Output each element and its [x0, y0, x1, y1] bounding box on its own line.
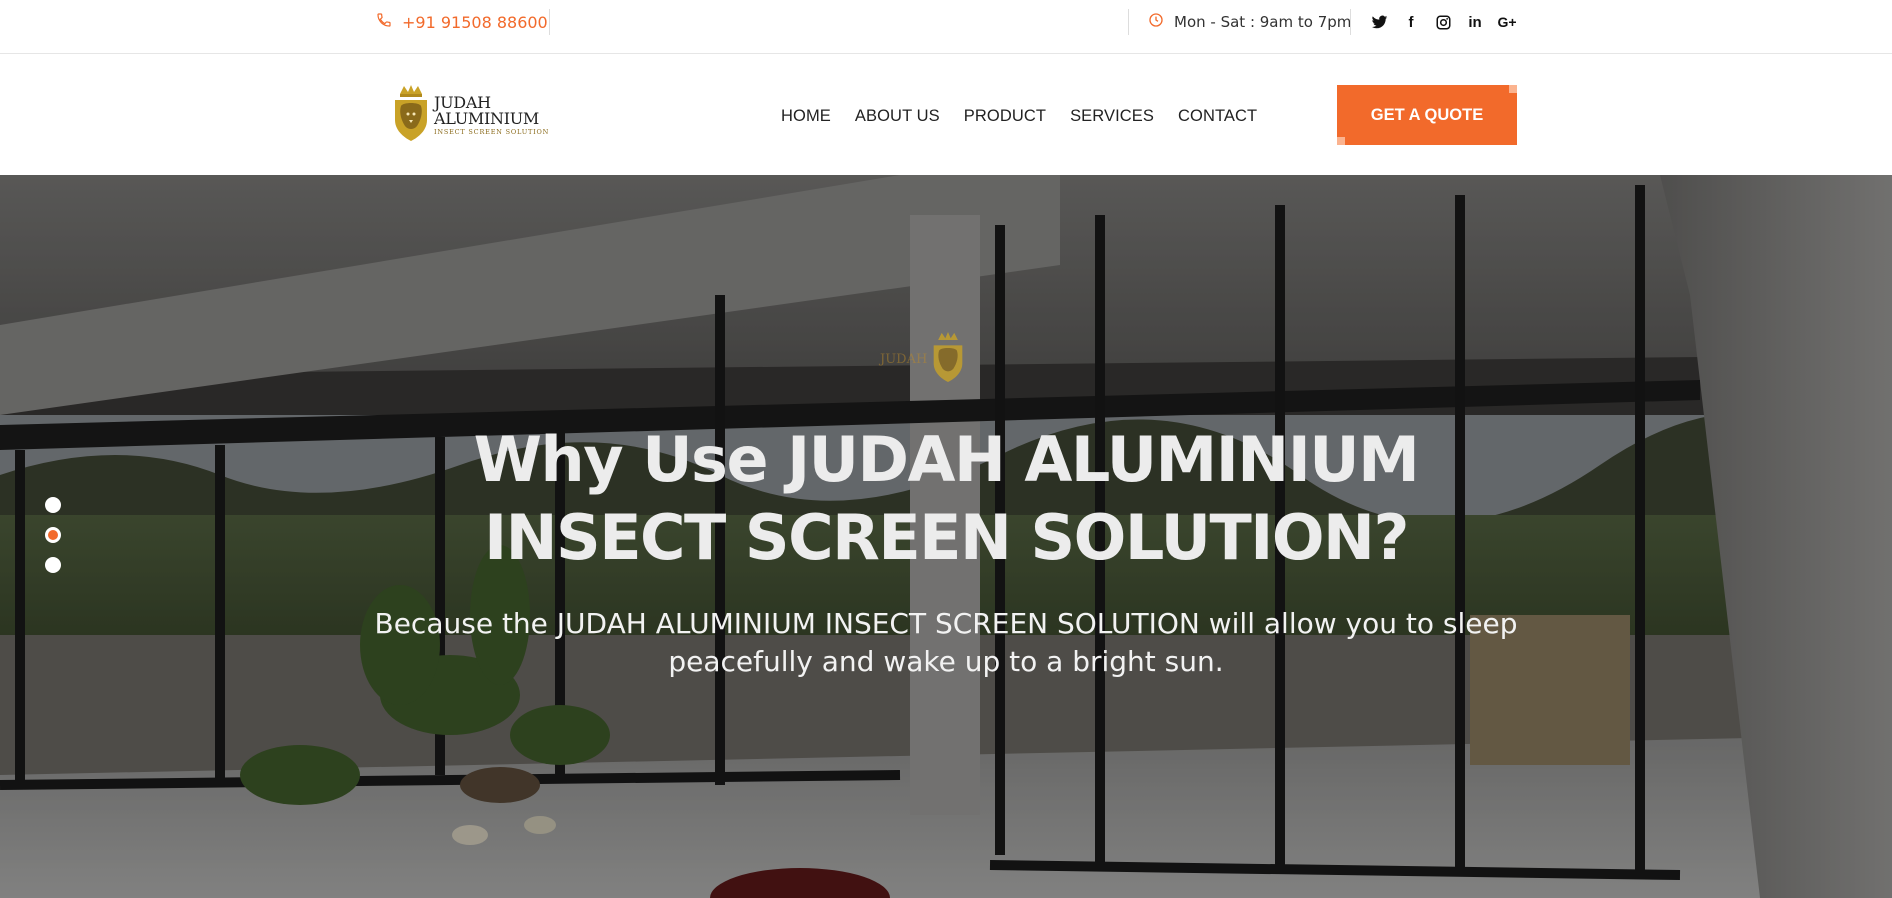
social-links: f in G+	[1370, 10, 1517, 34]
divider	[549, 9, 550, 35]
facebook-icon[interactable]: f	[1402, 13, 1420, 31]
google-plus-icon[interactable]: G+	[1497, 13, 1516, 31]
watermark-text: JUDAH	[880, 351, 928, 367]
nav-services[interactable]: SERVICES	[1070, 107, 1154, 129]
lion-crest-icon	[392, 84, 430, 146]
instagram-icon[interactable]	[1434, 13, 1452, 31]
phone-link[interactable]: +91 91508 88600	[376, 11, 548, 33]
lion-crest-icon	[931, 331, 965, 387]
divider	[1350, 9, 1351, 35]
nav-contact[interactable]: CONTACT	[1178, 107, 1257, 129]
twitter-icon[interactable]	[1370, 13, 1388, 31]
hero-logo-watermark: JUDAH	[880, 331, 1020, 387]
hero-subtitle: Because the JUDAH ALUMINIUM INSECT SCREE…	[374, 607, 1518, 678]
site-logo[interactable]: JUDAH ALUMINIUM INSECT SCREEN SOLUTION	[392, 84, 562, 146]
hero-slider: JUDAH Why Use JUDAH ALUMINIUM INSECT SCR…	[0, 175, 1892, 898]
main-nav: HOME ABOUT US PRODUCT SERVICES CONTACT	[781, 107, 1257, 129]
logo-name: JUDAH ALUMINIUM	[434, 92, 539, 128]
phone-number: +91 91508 88600	[402, 12, 548, 32]
nav-about-us[interactable]: ABOUT US	[855, 107, 940, 129]
linkedin-icon[interactable]: in	[1466, 13, 1484, 31]
site-header: JUDAH ALUMINIUM INSECT SCREEN SOLUTION H…	[0, 55, 1892, 175]
slide-dot-1[interactable]	[45, 497, 61, 513]
slider-pagination	[45, 497, 61, 573]
phone-icon	[376, 12, 392, 32]
logo-tagline: INSECT SCREEN SOLUTION	[434, 127, 550, 136]
nav-product[interactable]: PRODUCT	[964, 107, 1046, 129]
top-bar: +91 91508 88600 Mon - Sat : 9am to 7pm f…	[0, 0, 1892, 54]
hours-text: Mon - Sat : 9am to 7pm	[1174, 13, 1352, 31]
get-a-quote-button[interactable]: GET A QUOTE	[1337, 85, 1517, 145]
nav-home[interactable]: HOME	[781, 107, 831, 129]
slide-dot-2[interactable]	[45, 527, 61, 543]
clock-icon	[1148, 12, 1164, 32]
hero-title: Why Use JUDAH ALUMINIUM INSECT SCREEN SO…	[473, 423, 1420, 574]
slide-dot-3[interactable]	[45, 557, 61, 573]
business-hours: Mon - Sat : 9am to 7pm	[1148, 11, 1351, 33]
divider	[1128, 9, 1129, 35]
